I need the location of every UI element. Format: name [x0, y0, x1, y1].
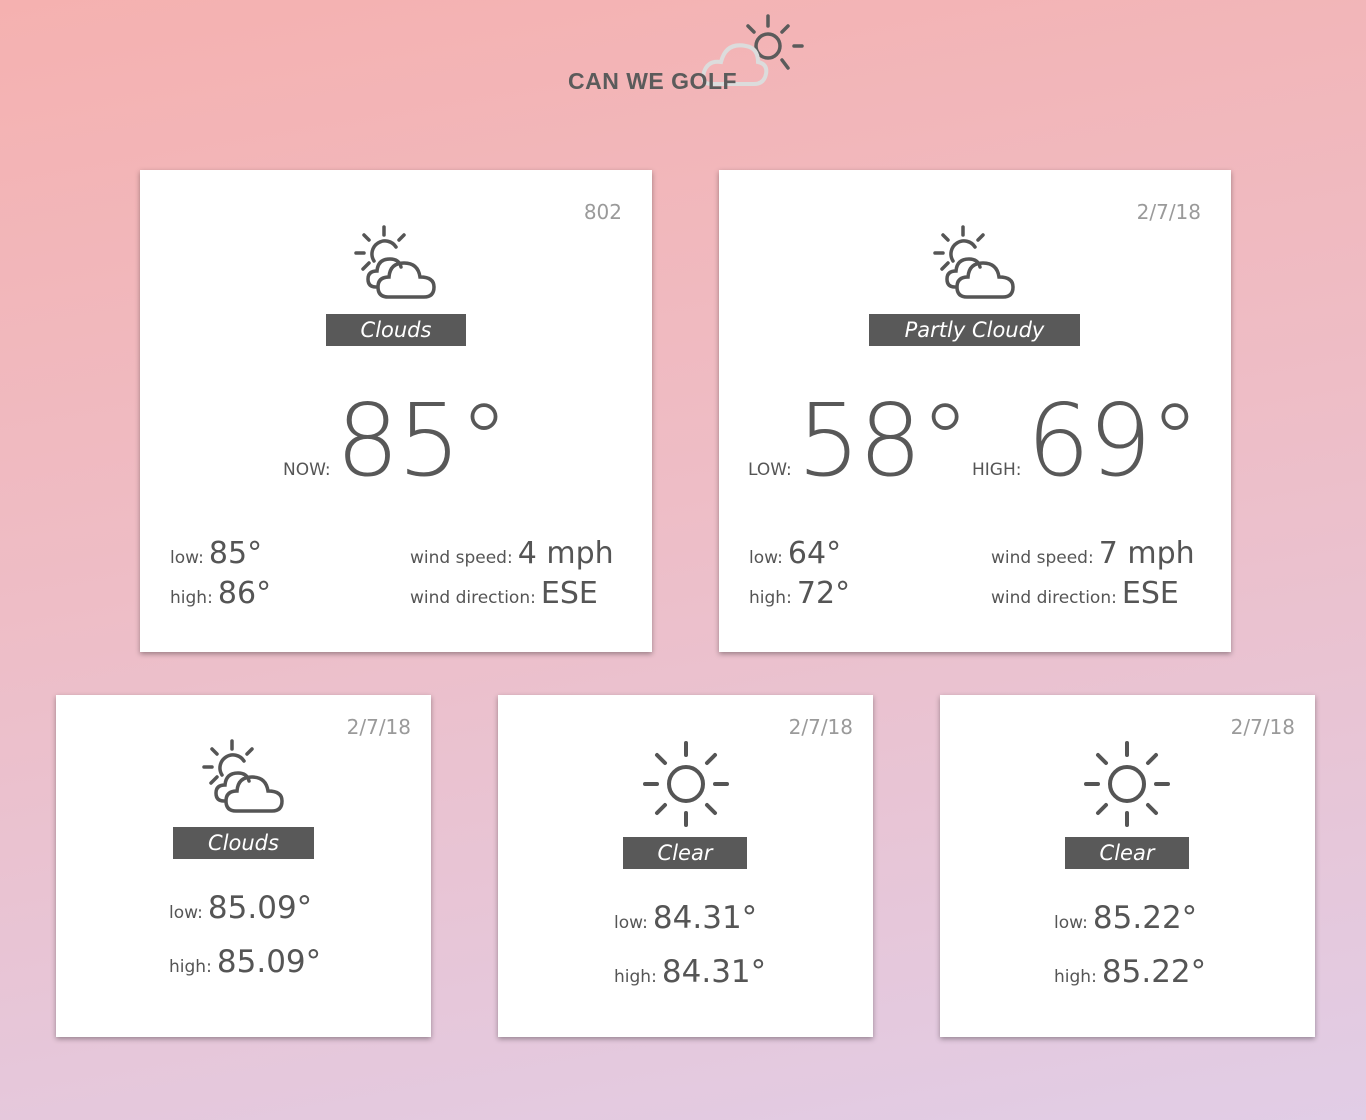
low-big-temperature: 58°: [796, 382, 970, 499]
sun-cloud-icon: [354, 225, 436, 299]
wind-direction-label: wind direction:: [991, 588, 1117, 608]
low-temperature: 85.22°: [1092, 900, 1198, 936]
sun-cloud-icon: [202, 739, 284, 813]
logo-text: CAN WE GOLF: [568, 68, 738, 94]
low-label: low:: [170, 548, 204, 568]
forecast-date: 2/7/18: [788, 715, 853, 739]
high-label: high:: [169, 957, 212, 977]
condition-badge: Clear: [623, 837, 747, 869]
wind-direction-value: ESE: [540, 576, 598, 611]
now-label: NOW:: [283, 460, 331, 480]
wind-speed-label: wind speed:: [410, 548, 513, 568]
low-label: low:: [749, 548, 783, 568]
high-big-temperature: 69°: [1026, 382, 1200, 499]
high-temperature: 86°: [217, 576, 272, 611]
high-temperature: 72°: [796, 576, 851, 611]
high-label: high:: [749, 588, 792, 608]
wind-direction-value: ESE: [1121, 576, 1179, 611]
condition-badge: Clouds: [326, 314, 466, 346]
condition-badge: Clouds: [173, 827, 314, 859]
low-temperature: 85°: [208, 536, 263, 571]
low-label: low:: [614, 913, 648, 933]
weather-code: 802: [583, 200, 622, 224]
condition-badge: Partly Cloudy: [869, 314, 1080, 346]
high-temperature: 85.22°: [1101, 954, 1207, 990]
low-big-label: LOW:: [748, 460, 792, 480]
high-temperature: 85.09°: [216, 944, 322, 980]
now-temperature: 85°: [335, 382, 509, 499]
forecast-card: 2/7/18 Clear low: 84.31° high: 84.31°: [498, 695, 873, 1037]
high-big-label: HIGH:: [972, 460, 1022, 480]
forecast-date: 2/7/18: [346, 715, 411, 739]
condition-badge: Clear: [1065, 837, 1189, 869]
forecast-date: 2/7/18: [1230, 715, 1295, 739]
high-label: high:: [614, 967, 657, 987]
sun-icon: [1084, 741, 1170, 827]
low-label: low:: [169, 903, 203, 923]
app-logo[interactable]: CAN WE GOLF: [566, 12, 806, 102]
wind-speed-value: 4 mph: [517, 536, 614, 571]
wind-speed-label: wind speed:: [991, 548, 1094, 568]
low-temperature: 85.09°: [207, 890, 313, 926]
wind-direction-label: wind direction:: [410, 588, 536, 608]
sun-cloud-icon: [933, 225, 1015, 299]
today-weather-card: 2/7/18 Partly Cloudy LOW: 58° HIGH: 69° …: [719, 170, 1231, 652]
high-temperature: 84.31°: [661, 954, 767, 990]
forecast-card: 2/7/18 Clear low: 85.22° high: 85.22°: [940, 695, 1315, 1037]
high-label: high:: [1054, 967, 1097, 987]
low-temperature: 84.31°: [652, 900, 758, 936]
low-temperature: 64°: [787, 536, 842, 571]
high-label: high:: [170, 588, 213, 608]
forecast-date: 2/7/18: [1136, 200, 1201, 224]
current-weather-card: 802 Clouds NOW: 85° low: 85° high: 86° w…: [140, 170, 652, 652]
wind-speed-value: 7 mph: [1098, 536, 1195, 571]
sun-icon: [643, 741, 729, 827]
low-label: low:: [1054, 913, 1088, 933]
forecast-card: 2/7/18 Clouds low: 85.09° high: 85.09°: [56, 695, 431, 1037]
